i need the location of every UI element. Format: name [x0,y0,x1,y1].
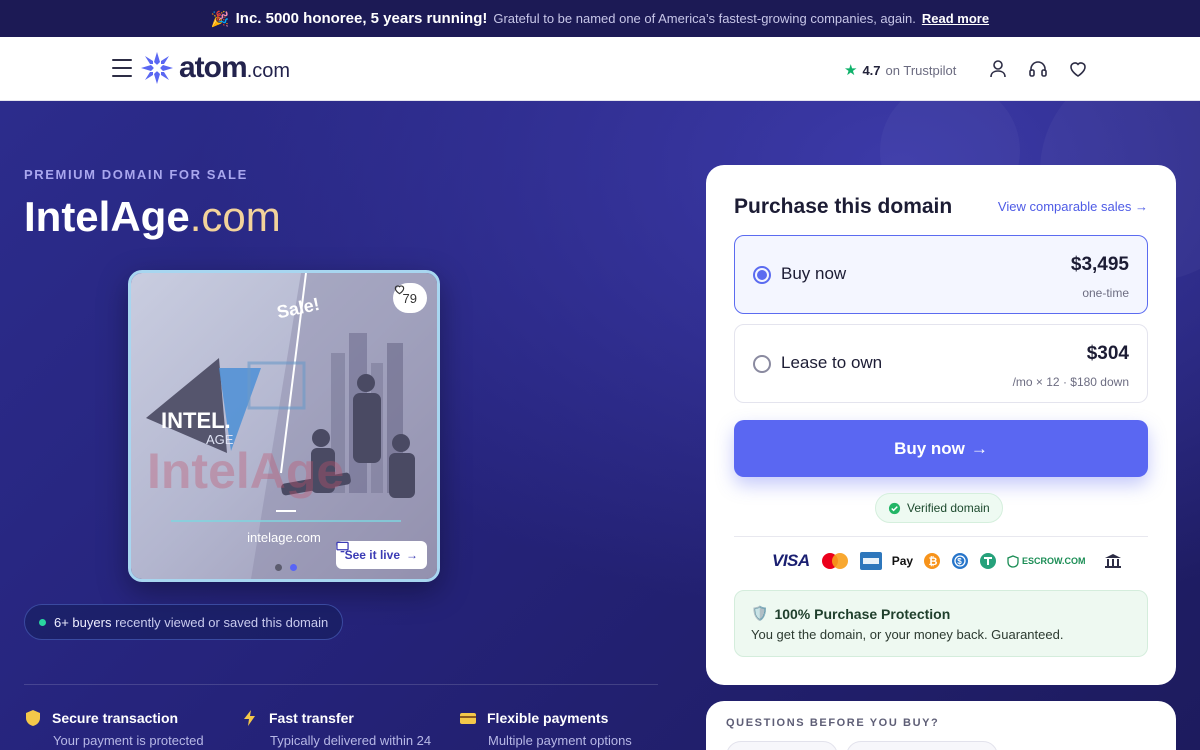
viewers-count: 6+ buyers [54,614,112,630]
top-navbar: atom.com ★ 4.7 on Trustpilot [0,37,1200,101]
credit-card-icon [460,713,476,724]
option-price: $3,495 [1070,254,1129,275]
features-divider [24,684,658,685]
lightning-icon [244,710,255,726]
radio-buy-now[interactable] [753,266,771,284]
option-note: one-time [1082,286,1129,300]
apple-pay-icon: Pay [892,554,913,568]
feature-title: Fast transfer [269,710,354,726]
logo-main: atom [179,51,248,84]
option-buy-now[interactable]: Buy now $3,495 one-time [734,235,1148,314]
monitor-icon [335,541,349,553]
verified-badge: Verified domain [875,493,1003,523]
hamburger-menu-icon[interactable] [112,59,132,77]
trust-rating-label: on Trustpilot [885,62,957,78]
radio-lease-to-own[interactable] [753,355,771,373]
atom-logo-icon [141,52,173,84]
feature-desc: Typically delivered within 24 [270,733,432,748]
see-it-live-button[interactable]: See it live → [335,541,427,569]
purchase-card: Purchase this domain View comparable sal… [706,165,1176,685]
option-label: Buy now [781,264,847,283]
purchase-title: Purchase this domain [734,195,953,218]
arrow-right-icon: → [406,548,418,562]
live-dot-icon [39,618,46,626]
svg-text:$: $ [957,557,962,566]
comparable-sales-label: View comparable sales [997,199,1132,214]
banner-read-more-link[interactable]: Read more [922,11,989,26]
bitcoin-icon: ₿ [924,553,941,569]
trust-rating-value: 4.7 [862,62,881,78]
atom-logo[interactable]: atom.com [140,51,290,85]
arrow-right-icon: → [970,438,988,458]
protection-title: 100% Purchase Protection [774,605,951,622]
option-lease-to-own[interactable]: Lease to own $304 /mo × 12 · $180 down [734,324,1148,403]
domain-title: IntelAge.com [24,193,281,241]
shield-icon [26,710,40,726]
question-chip[interactable] [846,741,998,750]
like-button[interactable]: 79 [392,283,427,313]
logo-tld: .com [246,60,291,82]
option-note: /mo × 12 · $180 down [1012,375,1129,389]
viewers-notice: 6+ buyers recently viewed or saved this … [24,604,344,640]
domain-name: IntelAge [24,193,190,240]
announcement-banner: 🎉 Inc. 5000 honoree, 5 years running! Gr… [0,0,1200,37]
shield-icon: 🛡️ [751,605,769,621]
mastercard-icon [821,553,848,569]
protection-desc: You get the domain, or your money back. … [751,627,1064,642]
svg-text:₿: ₿ [929,556,938,568]
option-label: Lease to own [781,353,883,372]
feature-secure: Secure transaction Your payment is prote… [24,709,204,748]
apple-pay-label: Pay [891,554,914,568]
comparable-sales-link[interactable]: View comparable sales → [998,199,1148,214]
logo-wordmark: atom.com [179,51,290,85]
buy-now-button[interactable]: Buy now → [734,420,1148,477]
check-circle-icon [888,502,901,514]
viewers-text-wrap: 6+ buyers recently viewed or saved this … [54,615,328,630]
preview-logo-line1: INTEL. [161,408,231,433]
visa-icon: VISA [772,551,810,570]
domain-preview-image[interactable]: Sale! INTEL. AGE IntelAge intelage.com 7… [128,270,440,582]
carousel-dots [275,564,297,571]
escrow-label: ESCROW.COM [1022,556,1086,566]
question-chip[interactable] [726,741,838,750]
carousel-dot[interactable] [275,564,282,571]
usdc-icon: $ [952,553,969,569]
amex-icon [859,552,882,570]
option-price: $304 [1086,343,1129,364]
feature-desc: Your payment is protected [53,733,204,748]
domain-tld: .com [189,193,281,240]
card-divider [734,536,1148,537]
feature-title: Secure transaction [52,710,179,726]
user-icon[interactable] [987,58,1009,80]
feature-desc: Multiple payment options [488,733,632,748]
party-popper-icon: 🎉 [210,10,230,28]
banner-subtext: Grateful to be named one of America’s fa… [493,11,916,26]
star-icon: ★ [844,62,858,79]
feature-fast: Fast transfer Typically delivered within… [241,709,431,748]
purchase-protection: 🛡️ 100% Purchase Protection You get the … [734,590,1148,657]
viewers-text: recently viewed or saved this domain [115,614,329,630]
tether-icon [980,553,997,569]
see-it-live-label: See it live [344,548,400,562]
questions-card: QUESTIONS BEFORE YOU BUY? [706,701,1176,750]
headset-icon[interactable] [1027,58,1049,80]
buy-now-label: Buy now [894,438,965,458]
carousel-dot-active[interactable] [290,564,297,571]
banner-headline: Inc. 5000 honoree, 5 years running! [235,10,488,27]
verified-label: Verified domain [907,501,990,515]
preview-wordmark: IntelAge [147,443,344,499]
heart-icon[interactable] [1067,58,1089,80]
feature-flexible: Flexible payments Multiple payment optio… [459,709,632,748]
heart-icon [394,285,404,295]
feature-title: Flexible payments [487,710,609,726]
questions-title: QUESTIONS BEFORE YOU BUY? [726,717,940,729]
escrow-icon: ESCROW.COM [1007,554,1086,568]
payment-methods: VISA Pay ₿ $ ESCROW.COM [772,551,1122,571]
premium-eyebrow: PREMIUM DOMAIN FOR SALE [24,167,248,182]
bank-icon [1104,554,1121,568]
trustpilot-rating[interactable]: ★ 4.7 on Trustpilot [844,61,956,79]
escrow-shield-icon [1007,554,1019,568]
